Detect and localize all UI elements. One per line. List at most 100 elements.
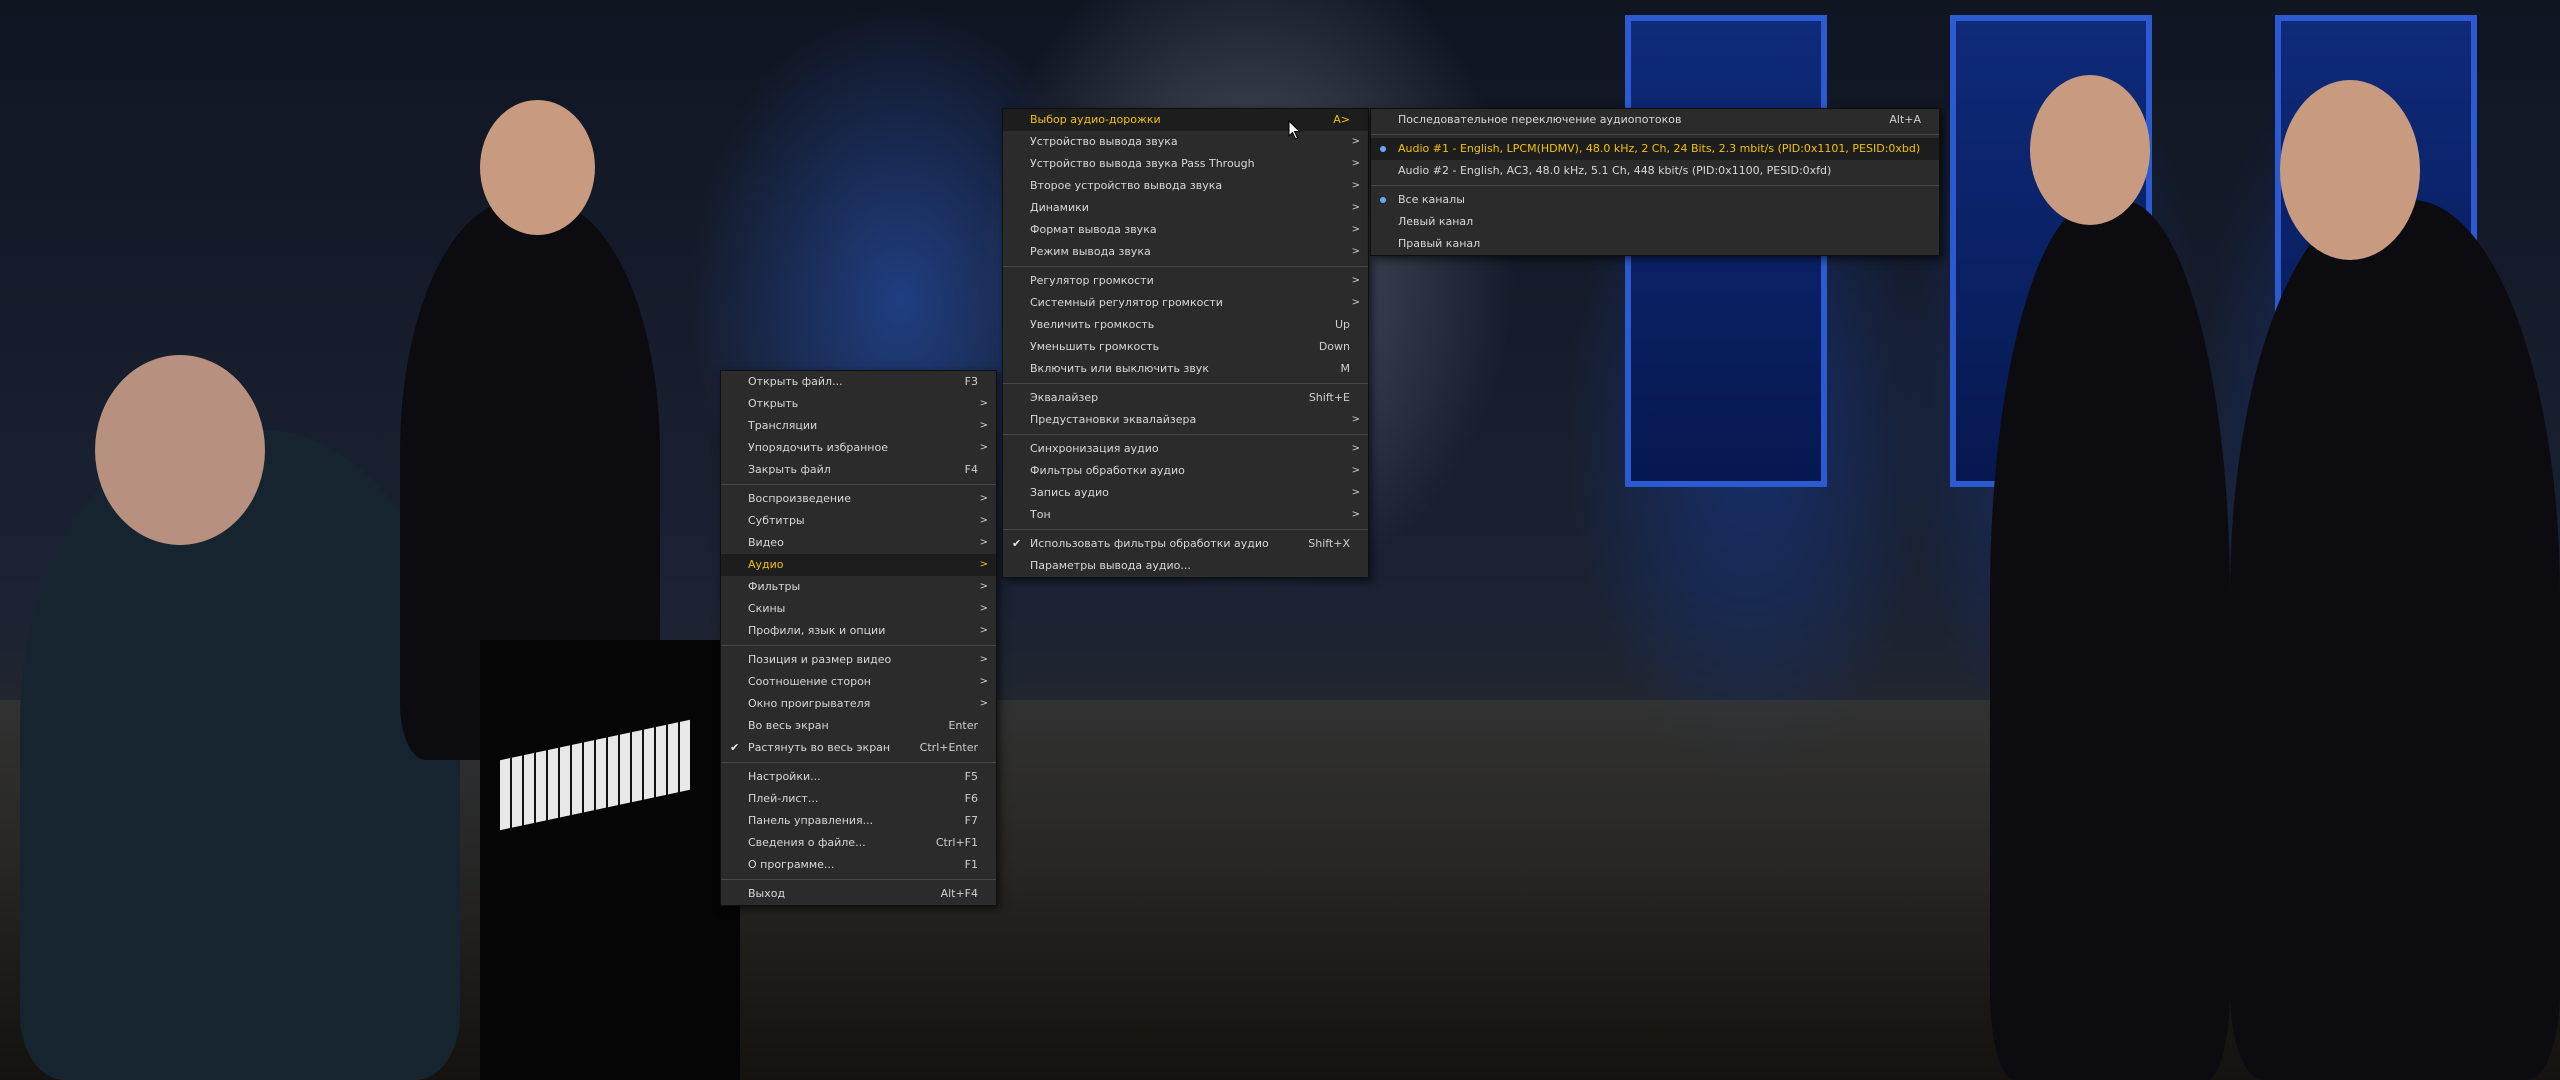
audio-menu-item[interactable]: Фильтры обработки аудио > xyxy=(1003,460,1368,482)
menu-item-label: Видео xyxy=(748,536,784,549)
main-menu-item[interactable]: О программе... F1 xyxy=(721,854,996,876)
chevron-right-icon: > xyxy=(1351,202,1360,213)
chevron-right-icon: > xyxy=(979,603,988,614)
menu-item-label: Выход xyxy=(748,887,786,900)
main-menu-item[interactable]: Аудио > xyxy=(721,554,996,576)
main-menu-item[interactable]: Соотношение сторон > xyxy=(721,671,996,693)
menu-item-shortcut: F1 xyxy=(964,858,978,871)
chevron-right-icon: > xyxy=(979,493,988,504)
audio-menu-item[interactable]: Тон > xyxy=(1003,504,1368,526)
menu-item-shortcut: A> xyxy=(1333,113,1350,126)
chevron-right-icon: > xyxy=(979,625,988,636)
piano xyxy=(480,640,740,1080)
main-menu-item[interactable]: Воспроизведение > xyxy=(721,488,996,510)
audio-menu-item[interactable]: Динамики > xyxy=(1003,197,1368,219)
menu-separator xyxy=(1371,185,1939,186)
audio-menu-item[interactable]: Устройство вывода звука Pass Through > xyxy=(1003,153,1368,175)
menu-item-label: Формат вывода звука xyxy=(1030,223,1157,236)
main-menu-item[interactable]: ✔ Растянуть во весь экран Ctrl+Enter xyxy=(721,737,996,759)
tracks-menu-item[interactable]: Правый канал xyxy=(1371,233,1939,255)
main-menu-item[interactable]: Выход Alt+F4 xyxy=(721,883,996,905)
audio-menu-item[interactable]: Системный регулятор громкости > xyxy=(1003,292,1368,314)
tracks-menu-item[interactable]: Все каналы xyxy=(1371,189,1939,211)
audio-menu-item[interactable]: Параметры вывода аудио... xyxy=(1003,555,1368,577)
audio-menu-item[interactable]: Второе устройство вывода звука > xyxy=(1003,175,1368,197)
chevron-right-icon: > xyxy=(979,398,988,409)
menu-item-label: Использовать фильтры обработки аудио xyxy=(1030,537,1269,550)
menu-item-label: Воспроизведение xyxy=(748,492,851,505)
menu-item-label: Аудио xyxy=(748,558,784,571)
main-menu-item[interactable]: Окно проигрывателя > xyxy=(721,693,996,715)
menu-item-label: Увеличить громкость xyxy=(1030,318,1155,331)
main-menu-item[interactable]: Видео > xyxy=(721,532,996,554)
menu-item-label: Плей-лист... xyxy=(748,792,819,805)
tracks-menu-item[interactable]: Последовательное переключение аудиопоток… xyxy=(1371,109,1939,131)
main-menu-item[interactable]: Закрыть файл F4 xyxy=(721,459,996,481)
audio-menu-item[interactable]: Устройство вывода звука > xyxy=(1003,131,1368,153)
menu-item-label: Audio #2 - English, AC3, 48.0 kHz, 5.1 C… xyxy=(1398,164,1832,177)
main-menu-item[interactable]: Позиция и размер видео > xyxy=(721,649,996,671)
main-menu-item[interactable]: Настройки... F5 xyxy=(721,766,996,788)
menu-item-label: Окно проигрывателя xyxy=(748,697,871,710)
main-menu-item[interactable]: Скины > xyxy=(721,598,996,620)
audio-menu-item[interactable]: Увеличить громкость Up xyxy=(1003,314,1368,336)
trumpeter-head xyxy=(2030,75,2150,225)
audio-menu-item[interactable]: Формат вывода звука > xyxy=(1003,219,1368,241)
main-menu-item[interactable]: Упорядочить избранное > xyxy=(721,437,996,459)
menu-item-label: Параметры вывода аудио... xyxy=(1030,559,1191,572)
audio-menu-item[interactable]: Эквалайзер Shift+E xyxy=(1003,387,1368,409)
chevron-right-icon: > xyxy=(1351,414,1360,425)
audio-menu-item[interactable]: Включить или выключить звук M xyxy=(1003,358,1368,380)
main-menu-item[interactable]: Открыть > xyxy=(721,393,996,415)
audio-menu-item[interactable]: Режим вывода звука > xyxy=(1003,241,1368,263)
menu-item-label: Предустановки эквалайзера xyxy=(1030,413,1197,426)
chevron-right-icon: > xyxy=(1351,509,1360,520)
menu-separator xyxy=(1003,266,1368,267)
tracks-menu-item[interactable]: Audio #1 - English, LPCM(HDMV), 48.0 kHz… xyxy=(1371,138,1939,160)
main-menu-item[interactable]: Плей-лист... F6 xyxy=(721,788,996,810)
menu-item-label: Закрыть файл xyxy=(748,463,831,476)
main-menu-item[interactable]: Во весь экран Enter xyxy=(721,715,996,737)
chevron-right-icon: > xyxy=(979,420,988,431)
menu-item-label: Фильтры xyxy=(748,580,801,593)
menu-item-label: Запись аудио xyxy=(1030,486,1109,499)
pianist-head xyxy=(95,355,265,545)
menu-item-label: Настройки... xyxy=(748,770,821,783)
audio-menu-item[interactable]: Уменьшить громкость Down xyxy=(1003,336,1368,358)
tracks-menu-item[interactable]: Левый канал xyxy=(1371,211,1939,233)
chevron-right-icon: > xyxy=(1351,275,1360,286)
audio-menu-item[interactable]: Выбор аудио-дорожки A> xyxy=(1003,109,1368,131)
menu-item-label: Уменьшить громкость xyxy=(1030,340,1160,353)
menu-item-label: Выбор аудио-дорожки xyxy=(1030,113,1161,126)
audio-menu-item[interactable]: ✔ Использовать фильтры обработки аудио Shi… xyxy=(1003,533,1368,555)
menu-item-label: Устройство вывода звука xyxy=(1030,135,1178,148)
tracks-menu-item[interactable]: Audio #2 - English, AC3, 48.0 kHz, 5.1 C… xyxy=(1371,160,1939,182)
menu-item-label: Динамики xyxy=(1030,201,1089,214)
guitarist-head xyxy=(480,100,595,235)
main-menu-item[interactable]: Фильтры > xyxy=(721,576,996,598)
menu-item-label: Субтитры xyxy=(748,514,805,527)
chevron-right-icon: > xyxy=(1351,224,1360,235)
main-menu-item[interactable]: Открыть файл... F3 xyxy=(721,371,996,393)
chevron-right-icon: > xyxy=(1351,487,1360,498)
menu-item-label: Правый канал xyxy=(1398,237,1481,250)
main-menu-item[interactable]: Профили, язык и опции > xyxy=(721,620,996,642)
radio-dot-icon xyxy=(1380,197,1386,203)
trumpeter-figure xyxy=(1990,200,2230,1080)
menu-item-shortcut: Alt+F4 xyxy=(940,887,978,900)
menu-item-label: Системный регулятор громкости xyxy=(1030,296,1223,309)
main-menu-item[interactable]: Сведения о файле... Ctrl+F1 xyxy=(721,832,996,854)
audio-menu-item[interactable]: Регулятор громкости > xyxy=(1003,270,1368,292)
menu-item-label: Растянуть во весь экран xyxy=(748,741,891,754)
audio-menu-item[interactable]: Предустановки эквалайзера > xyxy=(1003,409,1368,431)
main-menu-item[interactable]: Панель управления... F7 xyxy=(721,810,996,832)
menu-item-label: Сведения о файле... xyxy=(748,836,866,849)
menu-item-label: Открыть файл... xyxy=(748,375,843,388)
audio-menu-item[interactable]: Запись аудио > xyxy=(1003,482,1368,504)
main-menu-item[interactable]: Трансляции > xyxy=(721,415,996,437)
radio-dot-icon xyxy=(1380,146,1386,152)
menu-item-label: О программе... xyxy=(748,858,835,871)
menu-item-shortcut: F3 xyxy=(964,375,978,388)
main-menu-item[interactable]: Субтитры > xyxy=(721,510,996,532)
audio-menu-item[interactable]: Синхронизация аудио > xyxy=(1003,438,1368,460)
